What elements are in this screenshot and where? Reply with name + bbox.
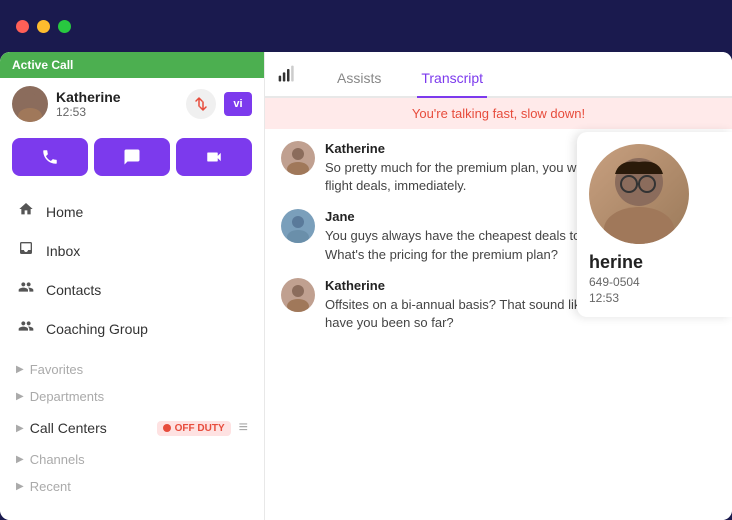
tab-assists[interactable]: Assists	[333, 60, 385, 98]
active-call-banner: Active Call	[0, 52, 264, 78]
sidebar-home-label: Home	[46, 204, 83, 220]
right-panel: Assists Transcript You're talking fast, …	[265, 52, 732, 520]
alert-text: You're talking fast, slow down!	[412, 106, 585, 121]
contacts-icon	[16, 279, 36, 300]
action-buttons	[0, 130, 264, 184]
alert-bar: You're talking fast, slow down!	[265, 98, 732, 129]
nav-items: Home Inbox Contacts Coaching Group	[0, 184, 264, 356]
jane-avatar	[281, 209, 315, 243]
off-duty-dot	[163, 424, 171, 432]
contact-phone: 649-0504	[589, 275, 720, 289]
katherine-avatar-2	[281, 278, 315, 312]
recent-arrow: ▶	[16, 481, 24, 492]
active-call-row: Katherine 12:53 vi	[0, 78, 264, 130]
off-duty-badge: OFF DUTY	[157, 421, 231, 436]
contact-name: herine	[589, 252, 720, 273]
katherine-avatar-1	[281, 141, 315, 175]
titlebar	[0, 0, 732, 52]
call-action-icons: vi	[186, 89, 252, 119]
sidebar-section-callcenters[interactable]: ▶ Call Centers OFF DUTY ≡	[0, 410, 264, 446]
hamburger-icon[interactable]: ≡	[239, 419, 248, 437]
home-icon	[16, 201, 36, 222]
main-container: Active Call Katherine 12:53	[0, 52, 732, 520]
sidebar-contacts-label: Contacts	[46, 282, 101, 298]
video-button[interactable]	[176, 138, 252, 176]
sidebar-section-favorites[interactable]: ▶ Favorites	[0, 356, 264, 383]
channels-label: Channels	[30, 452, 85, 467]
swap-call-button[interactable]	[186, 89, 216, 119]
caller-time: 12:53	[56, 105, 178, 119]
favorites-label: Favorites	[30, 362, 83, 377]
maximize-button[interactable]	[58, 20, 71, 33]
caller-name: Katherine	[56, 89, 178, 105]
sidebar-coaching-label: Coaching Group	[46, 321, 148, 337]
sidebar-inbox-label: Inbox	[46, 243, 80, 259]
minimize-button[interactable]	[37, 20, 50, 33]
sidebar-item-inbox[interactable]: Inbox	[0, 231, 264, 270]
active-call-label: Active Call	[12, 58, 73, 72]
inbox-icon	[16, 240, 36, 261]
contact-time: 12:53	[589, 291, 720, 305]
coaching-icon	[16, 318, 36, 339]
sidebar-item-coaching[interactable]: Coaching Group	[0, 309, 264, 348]
off-duty-label: OFF DUTY	[175, 423, 225, 434]
tab-transcript[interactable]: Transcript	[417, 60, 487, 98]
contact-photo	[589, 144, 689, 244]
panel-header: Assists Transcript	[265, 52, 732, 98]
contact-card: herine 649-0504 12:53	[577, 132, 732, 317]
sidebar-item-home[interactable]: Home	[0, 192, 264, 231]
chat-button[interactable]	[94, 138, 170, 176]
recent-label: Recent	[30, 479, 71, 494]
caller-info: Katherine 12:53	[56, 89, 178, 119]
caller-avatar	[12, 86, 48, 122]
departments-arrow: ▶	[16, 391, 24, 402]
sidebar-section-recent[interactable]: ▶ Recent	[0, 473, 264, 500]
departments-label: Departments	[30, 389, 104, 404]
channels-arrow: ▶	[16, 454, 24, 465]
callcenters-arrow: ▶	[16, 423, 24, 434]
sidebar: Active Call Katherine 12:53	[0, 52, 265, 520]
callcenters-label: Call Centers	[30, 420, 157, 436]
sidebar-section-departments[interactable]: ▶ Departments	[0, 383, 264, 410]
close-button[interactable]	[16, 20, 29, 33]
vi-button[interactable]: vi	[224, 92, 252, 116]
favorites-arrow: ▶	[16, 364, 24, 375]
sidebar-item-contacts[interactable]: Contacts	[0, 270, 264, 309]
signal-icon	[277, 64, 297, 89]
phone-button[interactable]	[12, 138, 88, 176]
sidebar-section-channels[interactable]: ▶ Channels	[0, 446, 264, 473]
